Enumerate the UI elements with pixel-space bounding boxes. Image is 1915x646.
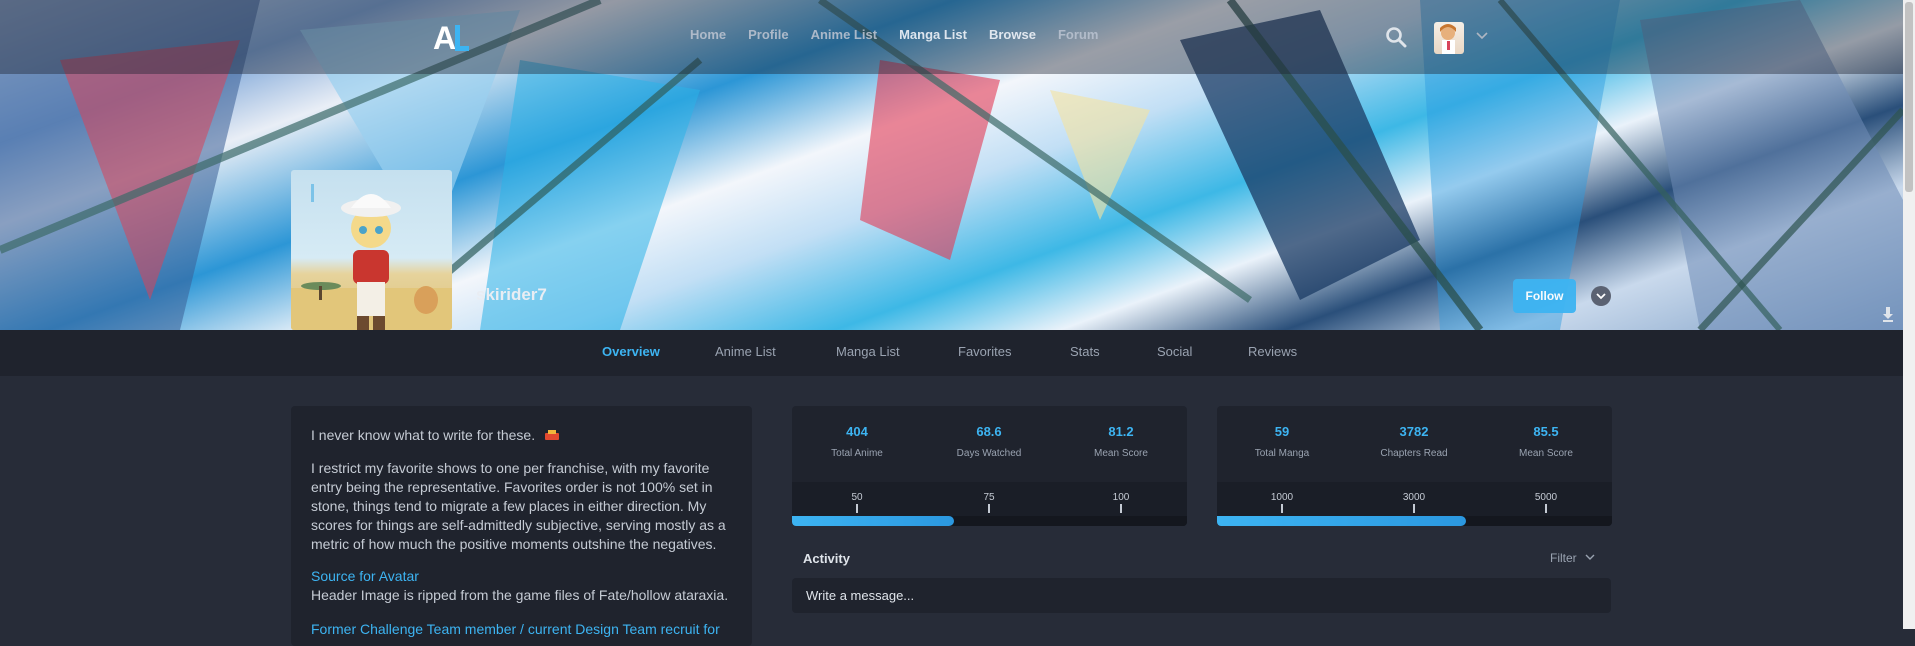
anime-stats-card: 404 Total Anime 68.6 Days Watched 81.2 M… xyxy=(792,406,1187,526)
user-avatar-art xyxy=(1440,24,1456,54)
chevron-down-icon[interactable] xyxy=(1475,29,1489,43)
scale-tick-label: 50 xyxy=(851,492,863,503)
tab-stats[interactable]: Stats xyxy=(1070,344,1100,359)
stat-label: Chapters Read xyxy=(1380,448,1448,459)
stat-label: Total Anime xyxy=(831,448,883,459)
stat-value: 81.2 xyxy=(1108,424,1134,439)
stat-label: Mean Score xyxy=(1094,448,1148,459)
stat-days-watched: 68.6 Days Watched xyxy=(924,424,1054,459)
user-avatar[interactable] xyxy=(1434,22,1464,54)
stat-label: Mean Score xyxy=(1519,448,1573,459)
tab-manga-list[interactable]: Manga List xyxy=(836,344,900,359)
bio-panel: I never know what to write for these. I … xyxy=(291,406,752,646)
nav-browse[interactable]: Browse xyxy=(989,27,1036,42)
scale-tick-label: 1000 xyxy=(1270,492,1294,503)
scale-tick-label: 100 xyxy=(1112,492,1130,503)
manga-progress-bar xyxy=(1217,516,1466,526)
activity-title: Activity xyxy=(803,551,850,566)
manga-stats-card: 59 Total Manga 3782 Chapters Read 85.5 M… xyxy=(1217,406,1612,526)
stat-total-manga: 59 Total Manga xyxy=(1217,424,1347,459)
stat-value: 85.5 xyxy=(1533,424,1559,439)
download-icon[interactable] xyxy=(1882,306,1894,322)
manga-milestone-scale: 1000 3000 5000 xyxy=(1217,482,1612,526)
svg-text:A: A xyxy=(433,20,456,55)
scale-tick xyxy=(988,504,990,513)
main-menu: Home Profile Anime List Manga List Brows… xyxy=(690,27,1120,42)
tab-anime-list[interactable]: Anime List xyxy=(715,344,776,359)
bio-intro: I never know what to write for these. xyxy=(311,426,736,445)
scale-tick-label: 5000 xyxy=(1534,492,1558,503)
nav-manga-list[interactable]: Manga List xyxy=(899,27,967,42)
scale-tick xyxy=(1545,504,1547,513)
tab-social[interactable]: Social xyxy=(1157,344,1192,359)
tab-favorites[interactable]: Favorites xyxy=(958,344,1011,359)
stat-value: 59 xyxy=(1274,424,1290,439)
chevron-down-icon xyxy=(1585,554,1595,560)
stat-total-anime: 404 Total Anime xyxy=(792,424,922,459)
nav-anime-list[interactable]: Anime List xyxy=(811,27,877,42)
emoji-icon xyxy=(545,430,559,440)
scale-tick xyxy=(1120,504,1122,513)
profile-username: skirider7 xyxy=(476,285,547,304)
stat-value: 404 xyxy=(846,424,868,439)
filter-label: Filter xyxy=(1550,551,1577,565)
profile-banner: A Home Profile Anime List Manga List Bro… xyxy=(0,0,1903,330)
activity-message-input[interactable]: Write a message... xyxy=(792,578,1611,613)
tab-reviews[interactable]: Reviews xyxy=(1248,344,1297,359)
tab-overview[interactable]: Overview xyxy=(602,344,660,359)
search-icon[interactable] xyxy=(1385,26,1407,48)
scale-tick xyxy=(1413,504,1415,513)
profile-tabs: Overview Anime List Manga List Favorites… xyxy=(0,330,1903,376)
stat-mean-score: 85.5 Mean Score xyxy=(1481,424,1611,459)
message-placeholder: Write a message... xyxy=(806,588,915,603)
scale-tick xyxy=(1281,504,1283,513)
stat-value: 3782 xyxy=(1399,424,1429,439)
follow-button[interactable]: Follow xyxy=(1513,279,1576,313)
chevron-down-icon xyxy=(1596,293,1606,300)
avatar-art xyxy=(291,184,452,330)
nav-profile[interactable]: Profile xyxy=(748,27,788,42)
stat-value: 68.6 xyxy=(976,424,1002,439)
profile-options-button[interactable] xyxy=(1591,286,1611,306)
stat-label: Total Manga xyxy=(1254,448,1310,459)
stat-chapters-read: 3782 Chapters Read xyxy=(1349,424,1479,459)
scale-tick-label: 3000 xyxy=(1402,492,1426,503)
activity-filter-button[interactable]: Filter xyxy=(1550,551,1596,565)
scale-tick xyxy=(856,504,858,513)
anime-milestone-scale: 50 75 100 xyxy=(792,482,1187,526)
top-nav: A Home Profile Anime List Manga List Bro… xyxy=(0,0,1903,74)
bio-paragraph: I restrict my favorite shows to one per … xyxy=(311,460,726,552)
nav-forum[interactable]: Forum xyxy=(1058,27,1098,42)
profile-avatar xyxy=(291,170,452,330)
anilist-logo[interactable]: A xyxy=(433,19,475,55)
bio-header-note: Header Image is ripped from the game fil… xyxy=(311,587,729,603)
nav-home[interactable]: Home xyxy=(690,27,726,42)
bio-team-link[interactable]: Former Challenge Team member / current D… xyxy=(311,620,736,639)
scale-tick-label: 75 xyxy=(983,492,995,503)
scrollbar-thumb[interactable] xyxy=(1905,2,1913,192)
stat-mean-score: 81.2 Mean Score xyxy=(1056,424,1186,459)
anime-progress-bar xyxy=(792,516,954,526)
avatar-source-link[interactable]: Source for Avatar xyxy=(311,567,736,586)
stat-label: Days Watched xyxy=(956,448,1022,459)
bio-intro-text: I never know what to write for these. xyxy=(311,427,536,443)
